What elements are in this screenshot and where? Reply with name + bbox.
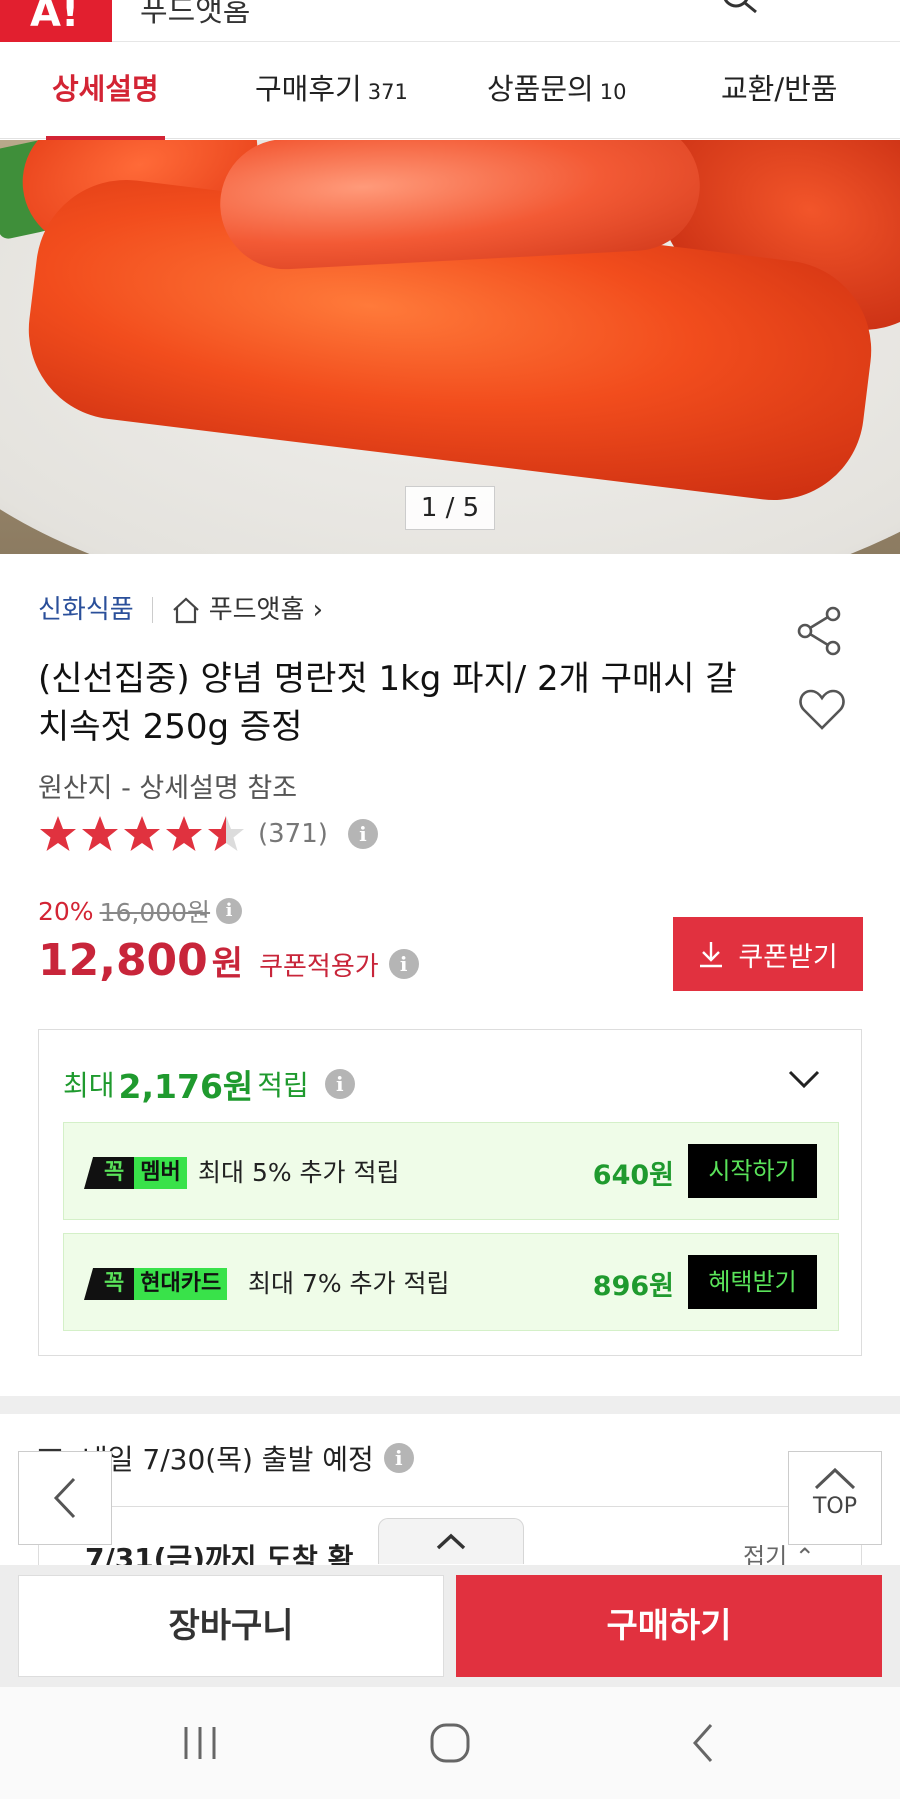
points-prefix: 최대 xyxy=(63,1069,115,1102)
get-benefit-button[interactable]: 혜택받기 xyxy=(688,1255,817,1309)
info-icon[interactable]: i xyxy=(383,1443,414,1473)
star-icon xyxy=(82,816,118,851)
benefit-description: 최대 7% 추가 적립 xyxy=(248,1269,450,1298)
purchase-bar: 장바구니 구매하기 xyxy=(0,1565,900,1687)
tab-count: 10 xyxy=(599,80,627,104)
benefit-row-card: 꼭 현대카드 최대 7% 추가 적립 896원 혜택받기 xyxy=(63,1233,839,1331)
coupon-price-label: 쿠폰적용가 xyxy=(259,952,379,982)
price-unit: 원 xyxy=(211,944,244,984)
tab-label: 구매후기 xyxy=(255,72,362,106)
shipping-text: 내일 7/30(목) 출발 예정 xyxy=(82,1443,374,1476)
home-button[interactable] xyxy=(420,1715,480,1771)
member-badge: 꼭 멤버 xyxy=(84,1157,187,1189)
discount-rate: 20% xyxy=(38,896,94,926)
star-icon xyxy=(208,816,244,851)
chevron-left-icon xyxy=(53,1477,76,1519)
chevron-up-icon xyxy=(814,1467,856,1490)
add-to-cart-button[interactable]: 장바구니 xyxy=(18,1575,444,1677)
info-icon[interactable]: i xyxy=(347,819,378,849)
start-membership-button[interactable]: 시작하기 xyxy=(688,1144,817,1198)
brand-link[interactable]: 신화식품 xyxy=(38,590,134,630)
review-count: (371) xyxy=(258,819,328,849)
share-icon[interactable] xyxy=(795,605,845,657)
tab-reviews[interactable]: 구매후기 371 xyxy=(255,43,408,139)
store-name: 푸드앳홈 › xyxy=(208,595,324,625)
heart-icon[interactable] xyxy=(798,688,846,732)
original-price: 16,000원 xyxy=(99,898,211,927)
points-suffix: 적립 xyxy=(257,1069,309,1102)
price-row: 12,800 원 쿠폰적용가 i xyxy=(38,935,419,986)
scroll-top-button[interactable]: TOP xyxy=(788,1451,882,1545)
sale-price: 12,800 xyxy=(38,935,208,986)
tab-details[interactable]: 상세설명 xyxy=(46,43,165,140)
chevron-up-icon xyxy=(436,1533,466,1549)
star-icon xyxy=(124,816,160,851)
badge-mark: 꼭 xyxy=(84,1268,135,1300)
benefit-description: 최대 5% 추가 적립 xyxy=(198,1158,400,1187)
home-icon xyxy=(172,597,199,624)
star-rating xyxy=(38,814,248,854)
benefit-amount: 640원 xyxy=(592,1160,674,1191)
expand-handle[interactable] xyxy=(378,1518,524,1564)
points-panel: 최대 2,176원 적립 i 꼭 멤버 최대 5% 추가 적립 640원 시작하… xyxy=(38,1029,862,1356)
scroll-top-label: TOP xyxy=(812,1494,858,1519)
badge-mark: 꼭 xyxy=(84,1157,135,1189)
buy-now-button[interactable]: 구매하기 xyxy=(456,1575,882,1677)
info-icon[interactable]: i xyxy=(324,1069,355,1099)
system-back-button[interactable] xyxy=(672,1715,732,1771)
badge-text: 멤버 xyxy=(134,1157,187,1189)
system-nav-bar xyxy=(0,1687,900,1799)
tab-label: 상품문의 xyxy=(487,72,594,106)
product-title: (신선집중) 양념 명란젓 1kg 파지/ 2개 구매시 갈치속젓 250g 증… xyxy=(38,659,737,747)
divider xyxy=(151,597,153,623)
product-origin: 원산지 - 상세설명 참조 xyxy=(38,773,298,804)
points-summary[interactable]: 최대 2,176원 적립 i xyxy=(63,1060,355,1108)
store-link[interactable]: 푸드앳홈 › xyxy=(171,590,323,630)
recent-apps-button[interactable] xyxy=(170,1715,230,1771)
star-icon xyxy=(40,816,76,851)
benefit-row-member: 꼭 멤버 최대 5% 추가 적립 640원 시작하기 xyxy=(63,1122,839,1220)
coupon-button-label: 쿠폰받기 xyxy=(738,941,838,973)
points-amount: 2,176원 xyxy=(118,1067,254,1106)
rating-row[interactable]: (371) i xyxy=(38,812,378,856)
back-button[interactable] xyxy=(18,1451,112,1545)
info-icon[interactable]: i xyxy=(216,898,243,924)
brand-row: 신화식품 푸드앳홈 › xyxy=(38,590,323,630)
app-bar: A! 푸드앳홈 xyxy=(0,0,900,42)
arrival-date: 7/31(금)까지 도착 확 xyxy=(85,1542,354,1566)
discount-row: 20% 16,000원 i xyxy=(38,893,243,929)
tab-label: 상세설명 xyxy=(52,72,159,106)
image-counter: 1 / 5 xyxy=(405,486,495,530)
home-circle-icon xyxy=(430,1723,470,1763)
recent-apps-icon xyxy=(184,1727,216,1759)
tab-label: 교환/반품 xyxy=(721,72,838,106)
app-logo[interactable]: A! xyxy=(0,0,112,42)
chevron-down-icon[interactable] xyxy=(787,1068,821,1090)
back-icon xyxy=(692,1724,713,1762)
badge-text: 현대카드 xyxy=(134,1268,228,1300)
app-title: 푸드앳홈 xyxy=(140,0,251,29)
info-icon[interactable]: i xyxy=(388,949,419,979)
more-icon[interactable] xyxy=(820,0,870,16)
benefit-amount: 896원 xyxy=(592,1271,674,1302)
tab-count: 371 xyxy=(367,80,408,104)
card-badge: 꼭 현대카드 xyxy=(84,1268,228,1300)
tab-exchange-return[interactable]: 교환/반품 xyxy=(721,43,838,139)
coupon-download-button[interactable]: 쿠폰받기 xyxy=(673,917,863,991)
download-icon xyxy=(700,942,723,968)
detail-tabs: 상세설명 구매후기 371 상품문의 10 교환/반품 xyxy=(0,43,900,140)
search-icon[interactable] xyxy=(720,0,760,20)
star-icon xyxy=(166,816,202,851)
section-divider xyxy=(0,1396,900,1414)
tab-questions[interactable]: 상품문의 10 xyxy=(487,43,626,139)
